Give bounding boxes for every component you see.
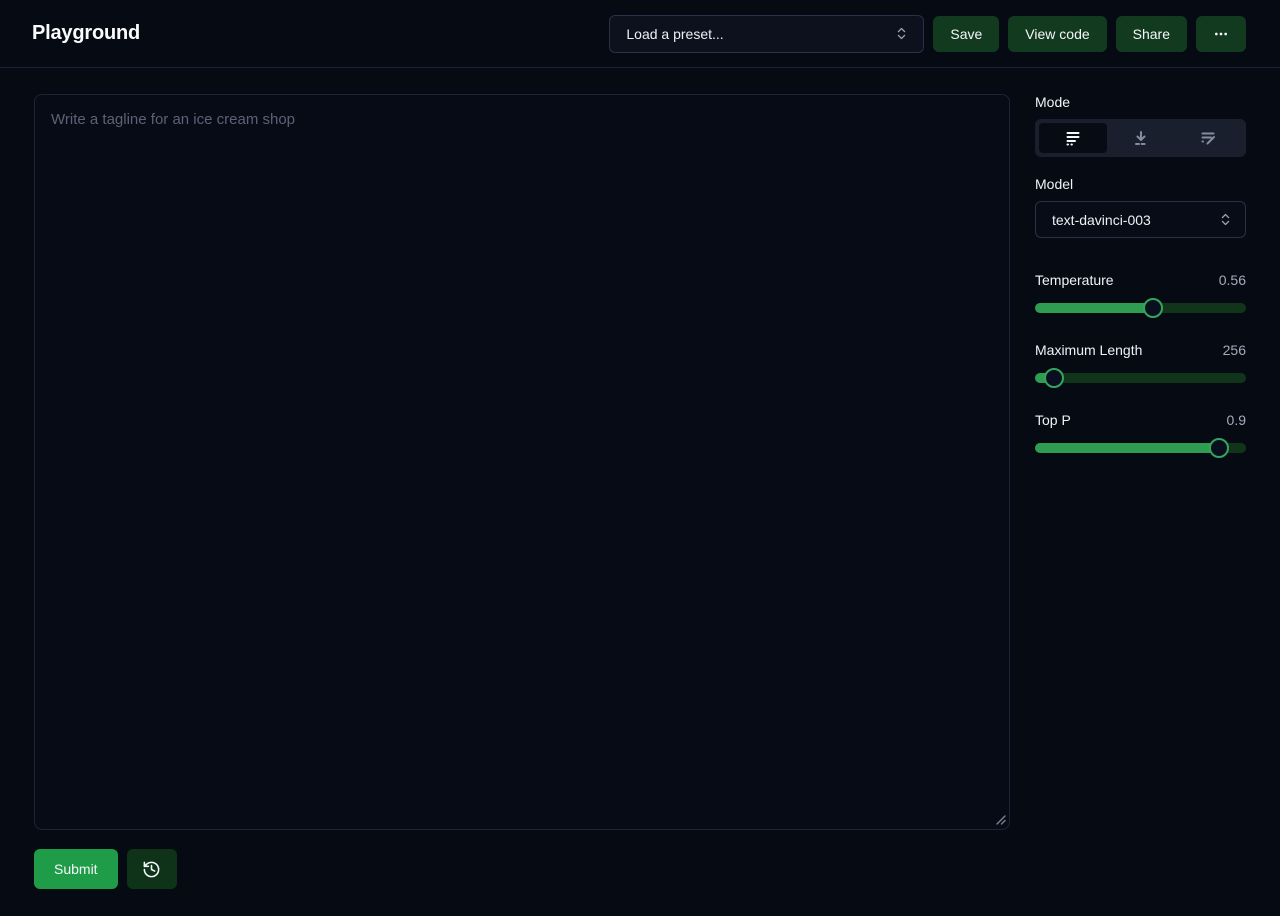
temperature-label: Temperature: [1035, 272, 1114, 288]
page-title: Playground: [32, 22, 140, 45]
header: Playground Load a preset... Save View co…: [0, 0, 1280, 68]
temperature-slider[interactable]: [1035, 303, 1246, 313]
submit-button[interactable]: Submit: [34, 849, 118, 889]
temperature-control: Temperature 0.56: [1035, 272, 1246, 313]
temperature-value: 0.56: [1219, 272, 1246, 288]
editor-column: Submit: [34, 94, 1010, 889]
slider-thumb[interactable]: [1044, 368, 1064, 388]
ellipsis-icon: [1213, 26, 1229, 42]
tab-complete-mode[interactable]: [1039, 123, 1107, 153]
chevrons-up-down-icon: [894, 26, 909, 41]
model-select-value: text-davinci-003: [1052, 212, 1151, 228]
preset-select-value: Load a preset...: [626, 26, 723, 42]
model-label: Model: [1035, 176, 1246, 192]
top-p-control: Top P 0.9: [1035, 412, 1246, 453]
slider-fill: [1035, 303, 1153, 313]
max-length-control: Maximum Length 256: [1035, 342, 1246, 383]
top-p-slider[interactable]: [1035, 443, 1246, 453]
slider-thumb[interactable]: [1143, 298, 1163, 318]
edit-mode-icon: [1199, 129, 1217, 147]
share-button[interactable]: Share: [1116, 16, 1187, 52]
slider-thumb[interactable]: [1209, 438, 1229, 458]
prompt-area: [34, 94, 1010, 830]
history-button[interactable]: [127, 849, 177, 889]
settings-sidebar: Mode Model text-davinci-003: [1035, 94, 1246, 889]
insert-mode-icon: [1132, 129, 1150, 147]
max-length-label: Maximum Length: [1035, 342, 1142, 358]
editor-actions: Submit: [34, 849, 1010, 889]
tab-edit-mode[interactable]: [1174, 123, 1242, 153]
slider-fill: [1035, 443, 1219, 453]
mode-tabs: [1035, 119, 1246, 157]
main-content: Submit Mode: [0, 68, 1280, 889]
chevrons-up-down-icon: [1218, 212, 1233, 227]
mode-label: Mode: [1035, 94, 1246, 110]
top-p-label: Top P: [1035, 412, 1071, 428]
view-code-button[interactable]: View code: [1008, 16, 1106, 52]
prompt-textarea[interactable]: [34, 94, 1010, 830]
tab-insert-mode[interactable]: [1107, 123, 1175, 153]
complete-mode-icon: [1064, 129, 1082, 147]
save-button[interactable]: Save: [933, 16, 999, 52]
more-button[interactable]: [1196, 16, 1246, 52]
max-length-slider[interactable]: [1035, 373, 1246, 383]
history-icon: [142, 860, 161, 879]
top-p-value: 0.9: [1227, 412, 1246, 428]
header-toolbar: Load a preset... Save View code Share: [609, 15, 1246, 53]
max-length-value: 256: [1223, 342, 1246, 358]
preset-select[interactable]: Load a preset...: [609, 15, 924, 53]
model-select[interactable]: text-davinci-003: [1035, 201, 1246, 238]
